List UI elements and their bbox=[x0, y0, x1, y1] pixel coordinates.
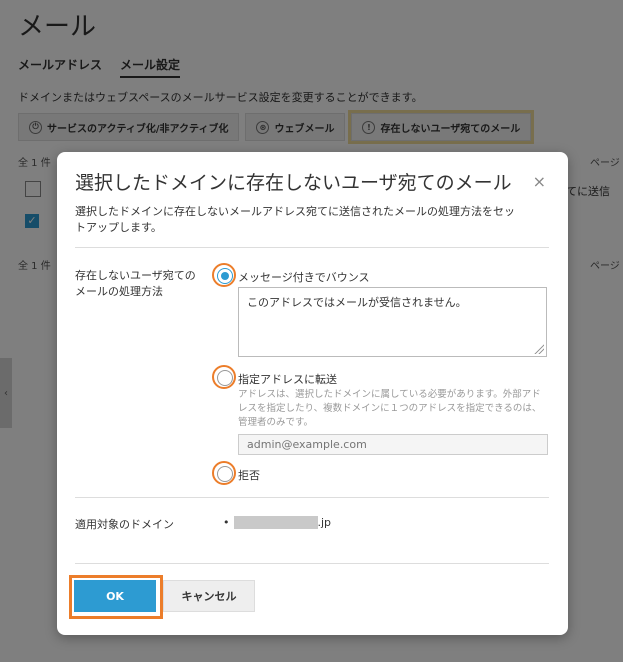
close-icon[interactable]: × bbox=[533, 172, 546, 191]
forward-label: 指定アドレスに転送 bbox=[238, 373, 337, 386]
bullet: • bbox=[223, 516, 230, 529]
bounce-radio[interactable] bbox=[217, 268, 233, 284]
reject-radio[interactable] bbox=[217, 466, 233, 482]
forward-address-input[interactable] bbox=[238, 434, 548, 455]
bounce-message-text: このアドレスではメールが受信されません。 bbox=[247, 296, 467, 309]
divider bbox=[75, 247, 549, 248]
cancel-button[interactable]: キャンセル bbox=[163, 580, 255, 612]
resize-grip[interactable] bbox=[534, 344, 544, 354]
forward-help-text: アドレスは、選択したドメインに属している必要があります。外部アドレスを指定したり… bbox=[238, 389, 542, 428]
forward-radio[interactable] bbox=[217, 370, 233, 386]
domain-value: • .jp bbox=[223, 516, 331, 529]
divider bbox=[75, 497, 549, 498]
ok-button[interactable]: OK bbox=[74, 580, 156, 612]
reject-label: 拒否 bbox=[238, 469, 260, 482]
dialog-description: 選択したドメインに存在しないメールアドレス宛てに送信されたメールの処理方法をセッ… bbox=[75, 205, 515, 234]
method-label: 存在しないユーザ宛てのメールの処理方法 bbox=[75, 269, 196, 298]
domain-suffix: .jp bbox=[317, 516, 332, 529]
redacted-domain bbox=[233, 516, 318, 529]
dialog-title: 選択したドメインに存在しないユーザ宛てのメール bbox=[75, 172, 512, 194]
domain-label: 適用対象のドメイン bbox=[75, 518, 174, 531]
bounce-label: メッセージ付きでバウンス bbox=[238, 271, 370, 284]
mail-to-nonexistent-dialog: 選択したドメインに存在しないユーザ宛てのメール × 選択したドメインに存在しない… bbox=[57, 152, 568, 635]
bounce-message-textarea[interactable]: このアドレスではメールが受信されません。 bbox=[238, 287, 547, 357]
divider bbox=[75, 563, 549, 564]
